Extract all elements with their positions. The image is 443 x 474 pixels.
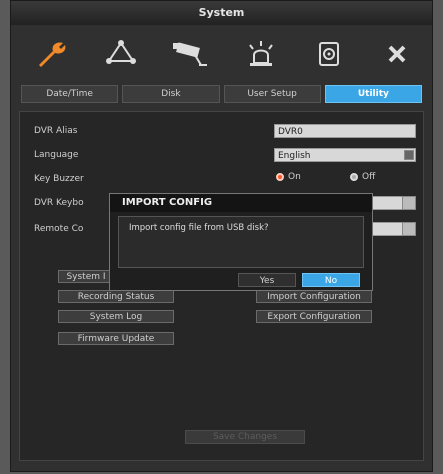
recording-status-button[interactable]: Recording Status — [58, 290, 174, 303]
dvr-keyboard-spinner-icon[interactable] — [402, 196, 416, 210]
chevron-down-icon — [404, 150, 414, 160]
tab-user-setup[interactable]: User Setup — [223, 85, 321, 103]
dialog-body: Import config file from USB disk? — [118, 216, 364, 268]
firmware-update-button[interactable]: Firmware Update — [58, 332, 174, 345]
key-buzzer-label: Key Buzzer — [34, 174, 84, 184]
remote-control-label: Remote Co — [34, 224, 84, 234]
camera-icon[interactable] — [169, 35, 213, 73]
key-buzzer-on-radio[interactable]: On — [276, 172, 301, 182]
close-icon[interactable] — [375, 35, 419, 73]
language-value: English — [278, 151, 311, 161]
wrench-icon[interactable] — [31, 35, 75, 73]
language-label: Language — [34, 150, 79, 160]
save-changes-button[interactable]: Save Changes — [185, 430, 305, 444]
network-icon[interactable] — [99, 35, 143, 73]
system-log-button[interactable]: System Log — [58, 310, 174, 323]
yes-button[interactable]: Yes — [238, 273, 296, 287]
dvr-alias-label: DVR Alias — [34, 126, 78, 136]
no-button[interactable]: No — [302, 273, 360, 287]
window-title: System — [11, 1, 432, 25]
radio-unselected-icon — [350, 173, 358, 181]
tab-utility[interactable]: Utility — [324, 85, 422, 103]
tab-date-time[interactable]: Date/Time — [21, 85, 119, 103]
dialog-message: Import config file from USB disk? — [129, 223, 269, 233]
key-buzzer-off-radio[interactable]: Off — [350, 172, 375, 182]
hdd-icon[interactable] — [307, 35, 351, 73]
tab-bar: Date/Time Disk User Setup Utility — [21, 85, 422, 103]
dvr-keyboard-label: DVR Keybo — [34, 198, 84, 208]
key-buzzer-off-label: Off — [362, 172, 376, 182]
alarm-light-icon[interactable] — [239, 35, 283, 73]
export-configuration-button[interactable]: Export Configuration — [256, 310, 372, 323]
import-configuration-button[interactable]: Import Configuration — [256, 290, 372, 303]
radio-selected-icon — [276, 173, 284, 181]
language-select[interactable]: English — [274, 148, 416, 162]
toolbar — [11, 27, 432, 79]
import-config-dialog: IMPORT CONFIG Import config file from US… — [109, 193, 373, 291]
key-buzzer-on-label: On — [288, 172, 301, 182]
system-window: System Date/Time Disk User Setup Utility… — [10, 0, 433, 472]
dvr-alias-input[interactable]: DVR0 — [274, 124, 416, 138]
dialog-title: IMPORT CONFIG — [110, 194, 372, 212]
system-info-button[interactable]: System I — [58, 270, 114, 283]
tab-disk[interactable]: Disk — [122, 85, 220, 103]
remote-control-spinner-icon[interactable] — [402, 222, 416, 236]
